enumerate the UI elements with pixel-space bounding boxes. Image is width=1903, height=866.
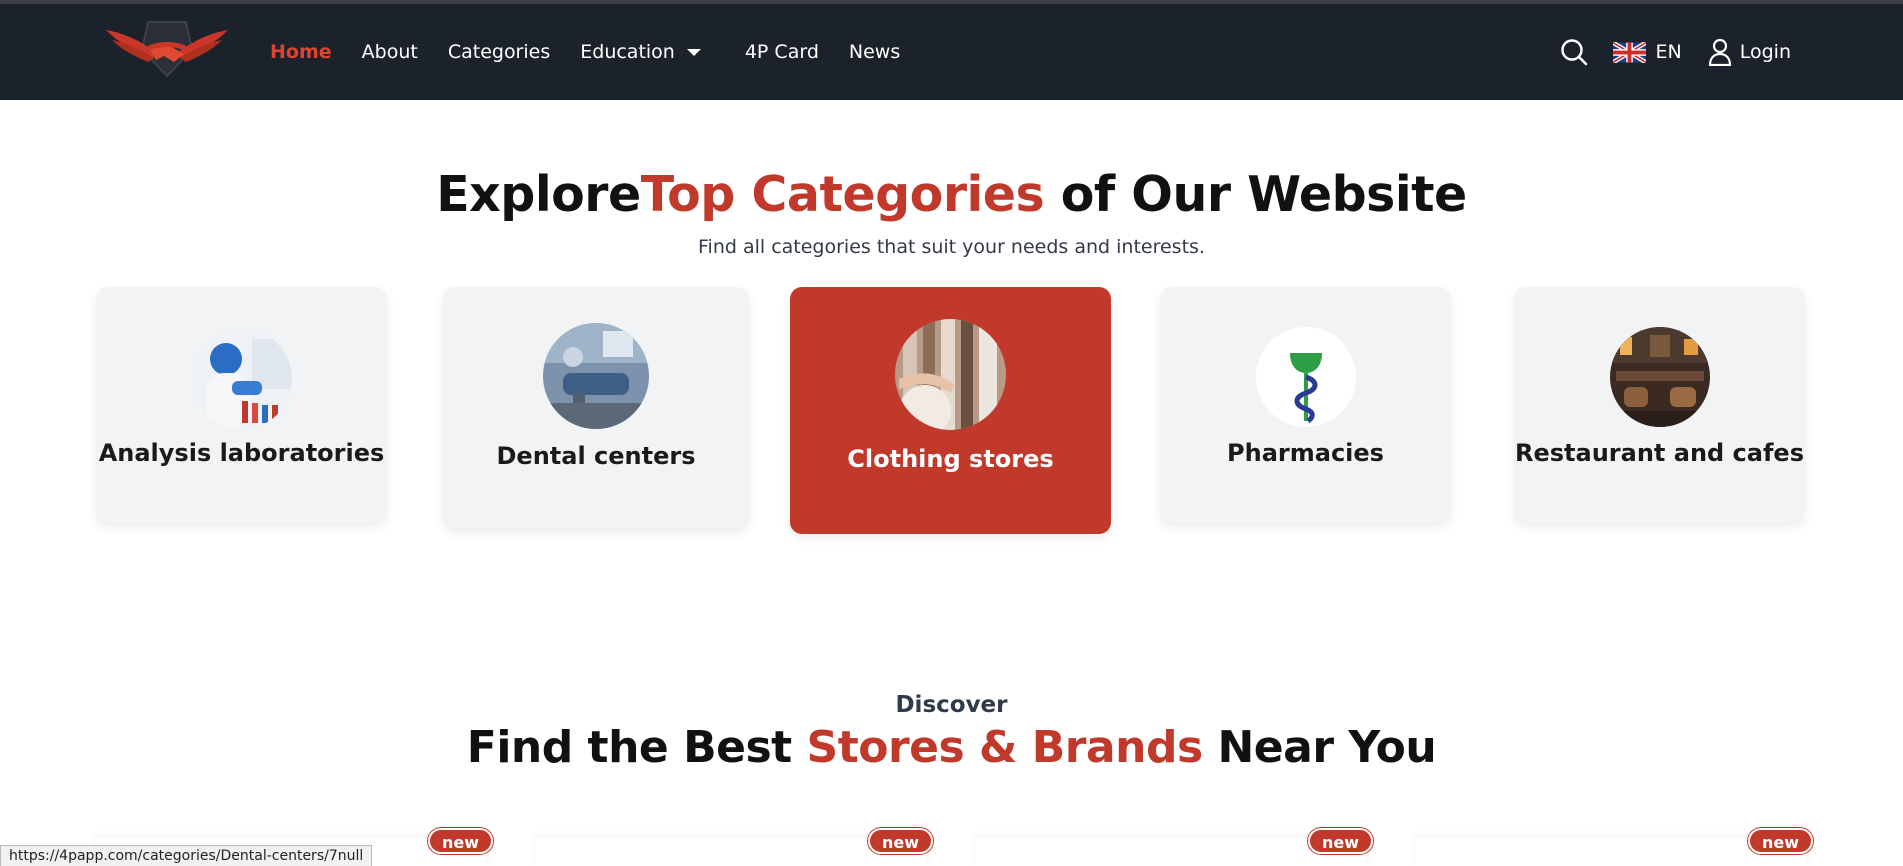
nav-link-home[interactable]: Home: [270, 41, 332, 63]
title-prefix: Explore: [436, 166, 641, 223]
dental-photo-icon: [543, 323, 649, 429]
brand-logo[interactable]: [104, 16, 230, 88]
nav-link-label: Categories: [447, 41, 551, 63]
category-label: Pharmacies: [1227, 439, 1384, 467]
title-suffix: of Our Website: [1044, 166, 1468, 223]
restaurant-photo-icon: [1610, 327, 1710, 427]
nav-link-news[interactable]: News: [849, 41, 900, 63]
nav-link-label: About: [361, 41, 418, 63]
category-card-dental-centers[interactable]: Dental centers: [443, 287, 749, 529]
clothing-photo-icon: [895, 319, 1006, 430]
nav-link-label: 4P Card: [744, 41, 819, 63]
search-icon[interactable]: [1559, 37, 1589, 67]
language-label: EN: [1655, 41, 1682, 63]
uk-flag-icon: [1612, 41, 1646, 63]
pharmacy-logo-icon: [1256, 327, 1356, 427]
new-badge: new: [1308, 828, 1374, 854]
category-card-analysis-laboratories[interactable]: Analysis laboratories: [96, 287, 387, 523]
category-card-clothing-stores[interactable]: Clothing stores: [790, 287, 1111, 534]
title-accent: Stores & Brands: [806, 722, 1204, 773]
section-title: Find the Best Stores & Brands Near You: [0, 722, 1903, 773]
main-nav: Home About Categories Education 4P Card …: [270, 4, 930, 100]
page-title: ExploreTop Categories of Our Website: [0, 166, 1903, 223]
section-kicker: Discover: [895, 692, 1008, 718]
nav-link-about[interactable]: About: [362, 41, 418, 63]
top-navbar: Home About Categories Education 4P Card …: [0, 4, 1903, 100]
login-button[interactable]: Login: [1708, 38, 1791, 66]
nav-link-categories[interactable]: Categories: [448, 41, 550, 63]
browser-status-url: https://4papp.com/categories/Dental-cent…: [0, 845, 373, 866]
new-badge: new: [1748, 828, 1814, 854]
category-card-pharmacies[interactable]: Pharmacies: [1160, 287, 1451, 523]
new-badge: new: [428, 828, 494, 854]
category-label: Restaurant and cafes: [1515, 439, 1804, 467]
category-card-restaurant-and-cafes[interactable]: Restaurant and cafes: [1514, 287, 1805, 523]
nav-link-label: News: [848, 41, 901, 63]
nav-link-education-dropdown[interactable]: Education: [580, 41, 701, 63]
nav-link-label: Education: [580, 41, 675, 63]
nav-link-label: Home: [270, 41, 332, 63]
login-label: Login: [1739, 41, 1791, 63]
title-accent: Top Categories: [640, 166, 1045, 223]
nav-link-4p-card[interactable]: 4P Card: [745, 41, 819, 63]
title-prefix: Find the Best: [466, 722, 807, 773]
category-label: Clothing stores: [847, 445, 1054, 473]
caret-down-icon: [686, 48, 701, 56]
category-label: Dental centers: [496, 442, 696, 470]
category-label: Analysis laboratories: [98, 439, 385, 467]
new-badge: new: [868, 828, 934, 854]
language-selector[interactable]: EN: [1612, 41, 1682, 63]
nav-actions: EN Login: [1559, 4, 1791, 100]
title-suffix: Near You: [1202, 722, 1437, 773]
lab-photo-icon: [192, 329, 292, 429]
user-icon: [1708, 38, 1731, 66]
page-subtitle: Find all categories that suit your needs…: [698, 236, 1205, 258]
